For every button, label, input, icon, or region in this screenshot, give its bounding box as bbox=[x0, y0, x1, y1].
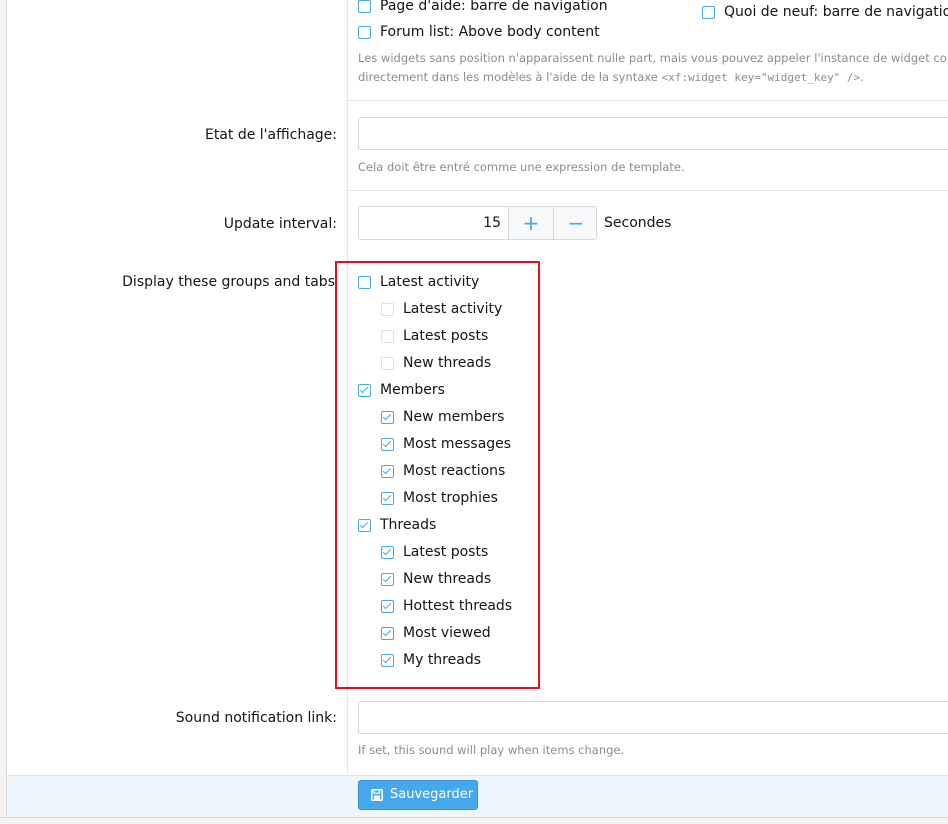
groups-label: Display these groups and tabs bbox=[122, 274, 335, 290]
checkbox-label: Quoi de neuf: barre de navigation bbox=[724, 4, 948, 20]
checkbox-forum-list-above[interactable] bbox=[358, 26, 371, 39]
label-column bbox=[7, 0, 348, 774]
display-condition-hint: Cela doit être entré comme une expressio… bbox=[358, 160, 685, 174]
sound-link-label: Sound notification link: bbox=[175, 710, 337, 726]
floppy-disk-icon bbox=[371, 789, 383, 801]
save-button[interactable]: Sauvegarder bbox=[358, 780, 478, 810]
checkbox-whats-new-nav[interactable] bbox=[702, 6, 715, 19]
checkbox-label: Forum list: Above body content bbox=[380, 24, 600, 40]
sound-link-input[interactable] bbox=[358, 701, 948, 734]
decrement-button[interactable]: − bbox=[554, 207, 596, 239]
checkbox-help-page-nav[interactable] bbox=[358, 0, 371, 13]
update-interval-input[interactable]: 15 bbox=[359, 207, 509, 239]
display-condition-input[interactable] bbox=[358, 117, 948, 150]
row-separator bbox=[348, 190, 948, 191]
checkbox-label: Page d'aide: barre de navigation bbox=[380, 0, 608, 14]
row-separator bbox=[348, 100, 948, 101]
save-button-label: Sauvegarder bbox=[390, 787, 474, 802]
display-condition-label: Etat de l'affichage: bbox=[204, 127, 337, 143]
positions-hint-line1: Les widgets sans position n'apparaissent… bbox=[358, 51, 947, 65]
increment-button[interactable]: + bbox=[509, 207, 554, 239]
update-interval-stepper: 15 + − bbox=[358, 206, 597, 240]
positions-hint-line2: directement dans les modèles à l'aide de… bbox=[358, 70, 864, 84]
sound-link-hint: If set, this sound will play when items … bbox=[358, 743, 625, 757]
update-interval-unit: Secondes bbox=[604, 215, 672, 231]
update-interval-label: Update interval: bbox=[223, 216, 337, 232]
page-left-border bbox=[0, 0, 7, 823]
highlight-box bbox=[335, 261, 540, 689]
